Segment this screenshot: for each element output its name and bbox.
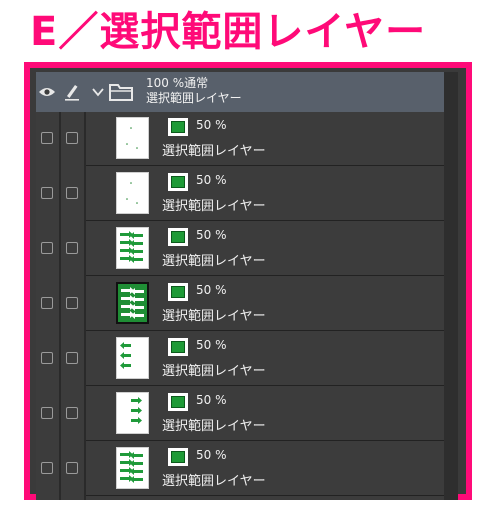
layer-name: 選択範囲レイヤー bbox=[162, 309, 266, 324]
visibility-checkbox[interactable] bbox=[41, 297, 53, 309]
pen-icon[interactable] bbox=[61, 72, 83, 112]
visibility-checkbox[interactable] bbox=[41, 132, 53, 144]
layer-thumbnail bbox=[116, 392, 149, 434]
chevron-down-icon[interactable] bbox=[90, 84, 106, 100]
row-divider bbox=[86, 330, 444, 331]
visibility-checkbox[interactable] bbox=[41, 462, 53, 474]
scrollbar[interactable] bbox=[444, 72, 458, 500]
selection-mask-icon bbox=[168, 228, 188, 246]
lock-checkbox[interactable] bbox=[66, 242, 78, 254]
row-divider bbox=[86, 440, 444, 441]
highlight-frame: 100 %通常 選択範囲レイヤー 50 % 選択範囲レイヤー 50 % 選択範囲レイヤ… bbox=[24, 62, 472, 500]
layer-row[interactable]: 50 % 選択範囲レイヤー bbox=[36, 277, 444, 331]
visibility-checkbox[interactable] bbox=[41, 352, 53, 364]
layer-row[interactable]: 50 % 選択範囲レイヤー bbox=[36, 332, 444, 386]
layer-row[interactable]: 50 % 選択範囲レイヤー bbox=[36, 442, 444, 496]
layer-row[interactable]: 50 % 選択範囲レイヤー bbox=[36, 222, 444, 276]
lock-checkbox[interactable] bbox=[66, 352, 78, 364]
layer-row[interactable]: 50 % 選択範囲レイヤー bbox=[36, 112, 444, 166]
lock-checkbox[interactable] bbox=[66, 187, 78, 199]
layer-name: 選択範囲レイヤー bbox=[162, 144, 266, 159]
layer-thumbnail bbox=[116, 337, 149, 379]
folder-layer-row[interactable]: 100 %通常 選択範囲レイヤー bbox=[36, 72, 458, 112]
selection-mask-icon bbox=[168, 283, 188, 301]
selection-mask-icon bbox=[168, 338, 188, 356]
layer-opacity: 50 % bbox=[196, 173, 227, 187]
selection-mask-icon bbox=[168, 393, 188, 411]
lock-checkbox[interactable] bbox=[66, 462, 78, 474]
layer-opacity: 50 % bbox=[196, 338, 227, 352]
row-divider bbox=[86, 220, 444, 221]
selection-mask-icon bbox=[168, 173, 188, 191]
layer-opacity: 50 % bbox=[196, 448, 227, 462]
eye-icon[interactable] bbox=[36, 72, 58, 112]
layer-name: 選択範囲レイヤー bbox=[162, 254, 266, 269]
row-divider bbox=[86, 495, 444, 496]
selection-mask-icon bbox=[168, 118, 188, 136]
layer-row[interactable]: 50 % 選択範囲レイヤー bbox=[36, 167, 444, 221]
layer-name: 選択範囲レイヤー bbox=[162, 364, 266, 379]
visibility-checkbox[interactable] bbox=[41, 242, 53, 254]
layer-opacity: 50 % bbox=[196, 228, 227, 242]
row-divider bbox=[86, 385, 444, 386]
lock-checkbox[interactable] bbox=[66, 132, 78, 144]
page-title: E／選択範囲レイヤー bbox=[30, 9, 427, 55]
layer-name: 選択範囲レイヤー bbox=[162, 199, 266, 214]
layer-thumbnail bbox=[116, 117, 149, 159]
folder-icon bbox=[109, 84, 133, 101]
folder-opacity-blend: 100 %通常 bbox=[146, 76, 209, 90]
row-divider bbox=[86, 275, 444, 276]
folder-info: 100 %通常 選択範囲レイヤー bbox=[146, 76, 242, 106]
layer-opacity: 50 % bbox=[196, 393, 227, 407]
layer-opacity: 50 % bbox=[196, 118, 227, 132]
layer-thumbnail bbox=[116, 227, 149, 269]
selection-mask-icon bbox=[168, 448, 188, 466]
layer-row[interactable]: 50 % 選択範囲レイヤー bbox=[36, 387, 444, 441]
row-divider bbox=[86, 165, 444, 166]
visibility-checkbox[interactable] bbox=[41, 187, 53, 199]
layer-name: 選択範囲レイヤー bbox=[162, 419, 266, 434]
layer-thumbnail bbox=[116, 282, 149, 324]
layer-thumbnail bbox=[116, 172, 149, 214]
layer-name: 選択範囲レイヤー bbox=[162, 474, 266, 489]
folder-name: 選択範囲レイヤー bbox=[146, 91, 242, 105]
layer-opacity: 50 % bbox=[196, 283, 227, 297]
lock-checkbox[interactable] bbox=[66, 297, 78, 309]
visibility-checkbox[interactable] bbox=[41, 407, 53, 419]
layer-thumbnail bbox=[116, 447, 149, 489]
layer-panel: 100 %通常 選択範囲レイヤー 50 % 選択範囲レイヤー 50 % 選択範囲レイヤ… bbox=[36, 72, 458, 500]
lock-checkbox[interactable] bbox=[66, 407, 78, 419]
